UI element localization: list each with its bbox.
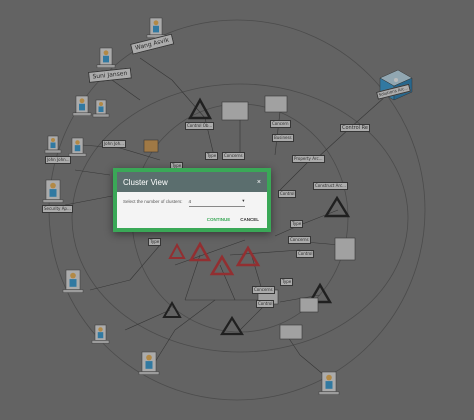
- dialog-body: Select the number of clusters: 4 ▾: [117, 192, 267, 207]
- cluster-view-dialog: Cluster View × Select the number of clus…: [113, 168, 271, 232]
- close-icon[interactable]: ×: [257, 179, 261, 186]
- graph-canvas[interactable]: Wang Asvik Suni Jansen John Joh... John …: [0, 0, 474, 420]
- dialog-header: Cluster View ×: [117, 172, 267, 192]
- dialog-actions: CONTINUE CANCEL: [207, 217, 259, 222]
- cancel-button[interactable]: CANCEL: [240, 217, 259, 222]
- cluster-count-value: 4: [188, 198, 192, 204]
- dialog-title: Cluster View: [123, 177, 168, 187]
- cluster-count-label: Select the number of clusters:: [123, 199, 183, 204]
- continue-button[interactable]: CONTINUE: [207, 217, 231, 222]
- cluster-count-select[interactable]: 4 ▾: [188, 196, 245, 207]
- chevron-down-icon: ▾: [242, 198, 245, 203]
